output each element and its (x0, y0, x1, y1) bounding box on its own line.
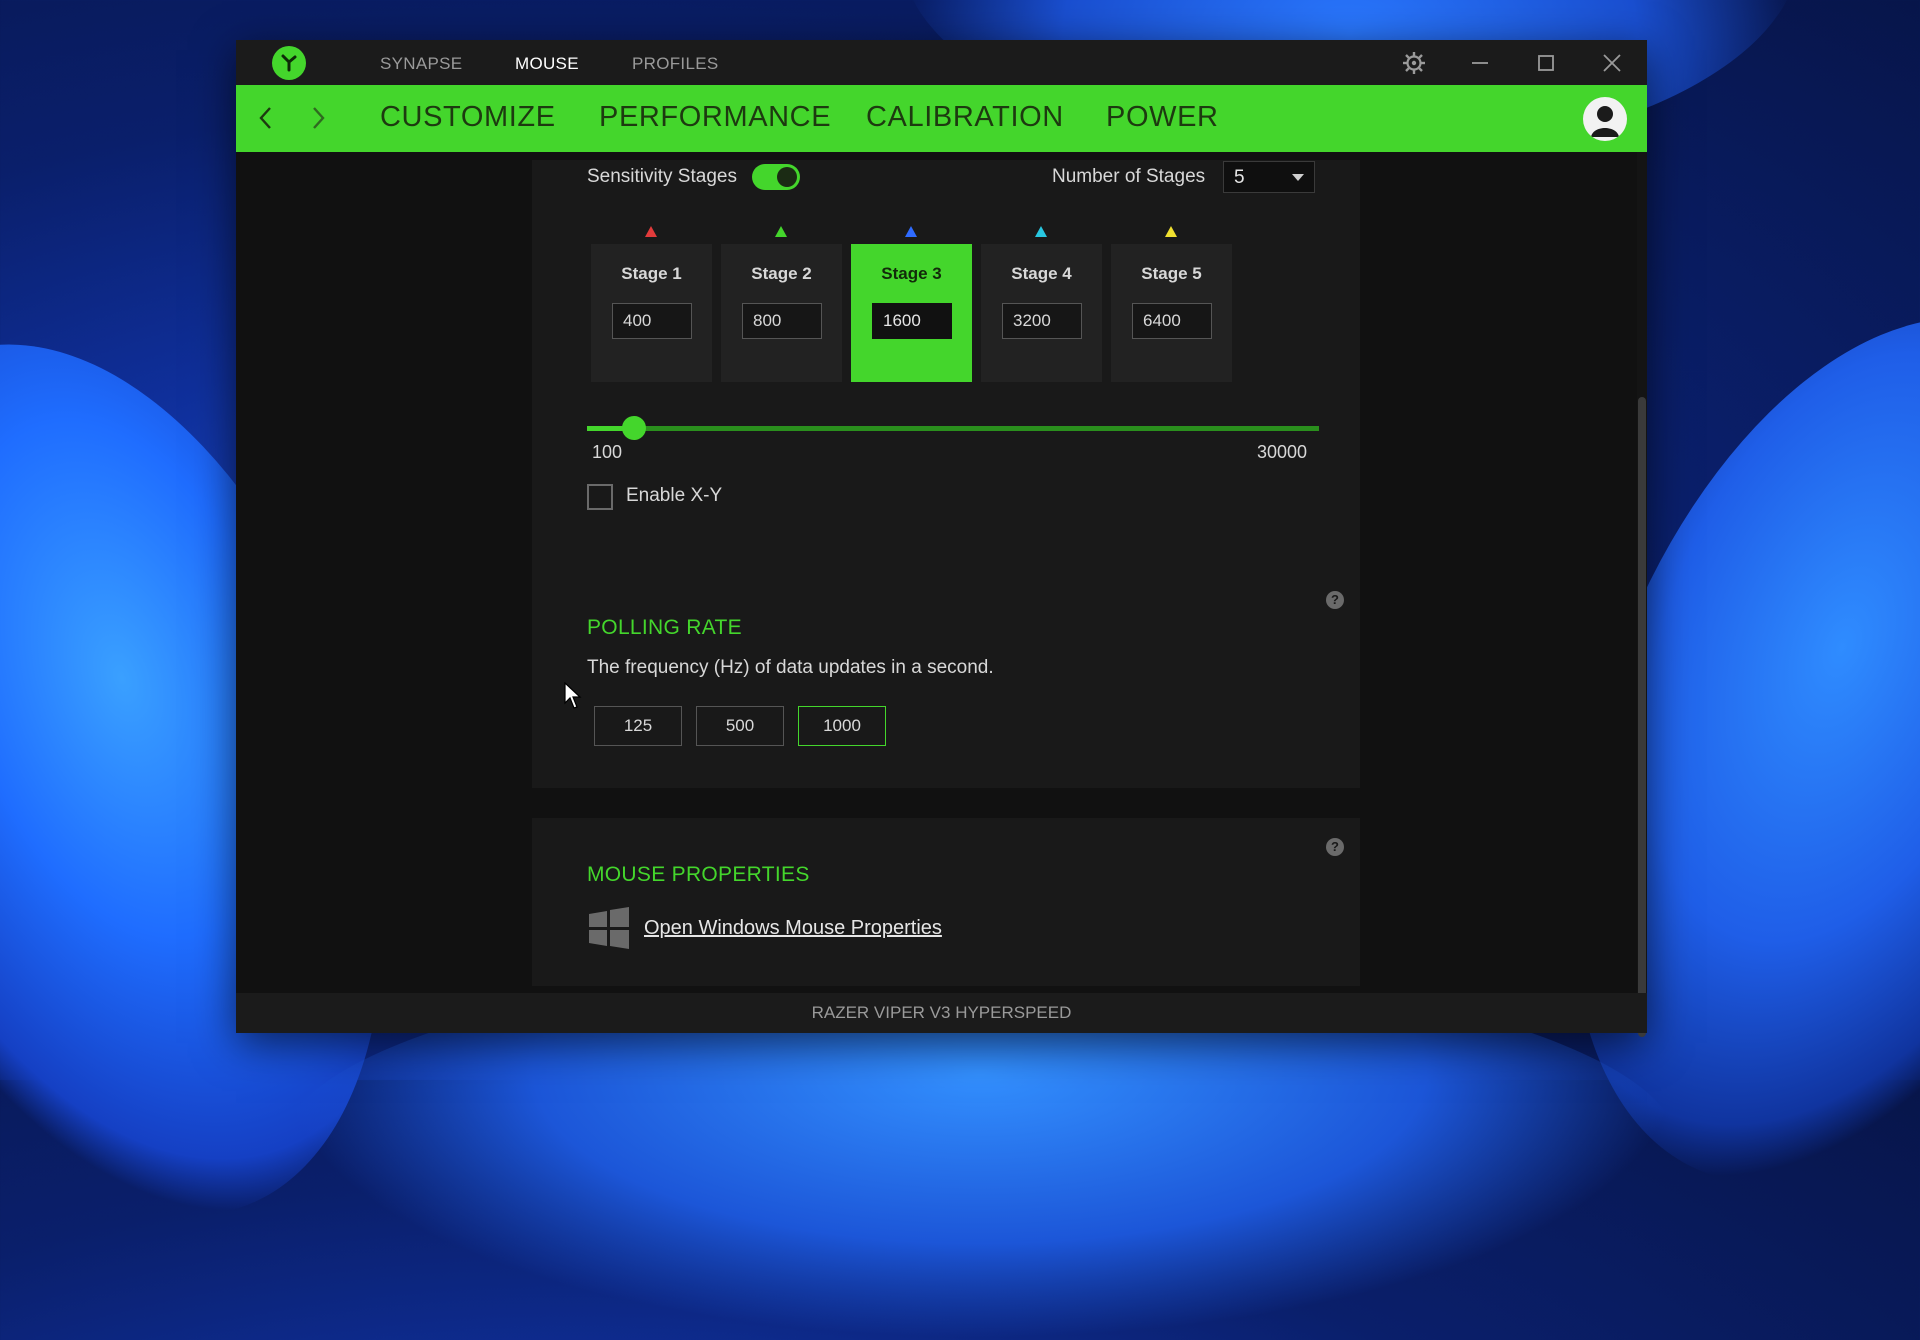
stage-color-indicator-icon (1035, 226, 1047, 237)
mouse-cursor-icon (564, 682, 582, 709)
stage-card-4[interactable]: Stage 4 3200 (981, 226, 1102, 382)
polling-rate-125-button[interactable]: 125 (594, 706, 682, 746)
razer-logo-icon[interactable] (272, 46, 306, 80)
minimize-icon[interactable] (1467, 50, 1493, 76)
scrollbar[interactable] (1637, 152, 1647, 1037)
polling-rate-title: POLLING RATE (587, 616, 742, 639)
tab-synapse[interactable]: SYNAPSE (380, 54, 462, 74)
enable-xy-label: Enable X-Y (626, 485, 723, 506)
stage-card-5[interactable]: Stage 5 6400 (1111, 226, 1232, 382)
title-bar: SYNAPSE MOUSE PROFILES (236, 40, 1647, 85)
tab-calibration[interactable]: CALIBRATION (866, 101, 1064, 134)
forward-arrow-icon[interactable] (306, 103, 330, 133)
stage-dpi-input[interactable]: 400 (612, 303, 692, 339)
stage-color-indicator-icon (645, 226, 657, 237)
stage-dpi-input[interactable]: 800 (742, 303, 822, 339)
stage-title: Stage 1 (621, 264, 682, 283)
stage-card-3[interactable]: Stage 3 1600 (851, 226, 972, 382)
sensitivity-stages-label: Sensitivity Stages (587, 166, 737, 187)
sub-navigation-bar: CUSTOMIZE PERFORMANCE CALIBRATION POWER (236, 85, 1647, 152)
device-name-footer: RAZER VIPER V3 HYPERSPEED (236, 993, 1647, 1033)
enable-xy-checkbox[interactable] (587, 484, 613, 510)
number-of-stages-select[interactable]: 5 (1223, 161, 1315, 193)
user-avatar-icon[interactable] (1583, 97, 1627, 141)
slider-min-label: 100 (592, 442, 623, 462)
stage-title: Stage 4 (1011, 264, 1072, 283)
number-of-stages-value: 5 (1234, 167, 1245, 188)
stage-dpi-input[interactable]: 6400 (1132, 303, 1212, 339)
tab-profiles[interactable]: PROFILES (632, 54, 718, 74)
stage-dpi-input[interactable]: 3200 (1002, 303, 1082, 339)
maximize-icon[interactable] (1533, 50, 1559, 76)
open-windows-mouse-properties-link[interactable]: Open Windows Mouse Properties (644, 917, 942, 940)
chevron-down-icon (1292, 174, 1304, 181)
stage-card-2[interactable]: Stage 2 800 (721, 226, 842, 382)
stage-dpi-input[interactable]: 1600 (872, 303, 952, 339)
polling-rate-500-button[interactable]: 500 (696, 706, 784, 746)
dpi-slider-handle[interactable] (622, 416, 646, 440)
windows-logo-icon (587, 906, 631, 950)
gear-icon[interactable] (1401, 50, 1427, 76)
stage-title: Stage 3 (881, 264, 942, 283)
sensitivity-stages-toggle[interactable] (752, 164, 800, 190)
help-icon[interactable]: ? (1326, 838, 1344, 856)
close-icon[interactable] (1599, 50, 1625, 76)
stage-color-indicator-icon (775, 226, 787, 237)
slider-max-label: 30000 (1257, 442, 1308, 462)
synapse-window: SYNAPSE MOUSE PROFILES CUSTOMIZE PERFORM… (236, 40, 1647, 1037)
polling-rate-description: The frequency (Hz) of data updates in a … (587, 657, 994, 678)
help-icon[interactable]: ? (1326, 591, 1344, 609)
tab-customize[interactable]: CUSTOMIZE (380, 101, 556, 134)
polling-rate-panel (532, 570, 1360, 788)
stage-title: Stage 5 (1141, 264, 1202, 283)
stage-card-1[interactable]: Stage 1 400 (591, 226, 712, 382)
stage-color-indicator-icon (1165, 226, 1177, 237)
tab-performance[interactable]: PERFORMANCE (599, 101, 831, 134)
mouse-properties-panel (532, 818, 1360, 986)
polling-rate-1000-button[interactable]: 1000 (798, 706, 886, 746)
scrollbar-thumb[interactable] (1638, 397, 1646, 1037)
tab-mouse[interactable]: MOUSE (515, 54, 579, 74)
tab-power[interactable]: POWER (1106, 101, 1219, 134)
stage-title: Stage 2 (751, 264, 812, 283)
toggle-knob (777, 167, 797, 187)
back-arrow-icon[interactable] (254, 103, 278, 133)
mouse-properties-title: MOUSE PROPERTIES (587, 863, 810, 886)
dpi-slider-track[interactable] (587, 426, 1319, 431)
stage-color-indicator-icon (905, 226, 917, 237)
number-of-stages-label: Number of Stages (1052, 166, 1206, 187)
